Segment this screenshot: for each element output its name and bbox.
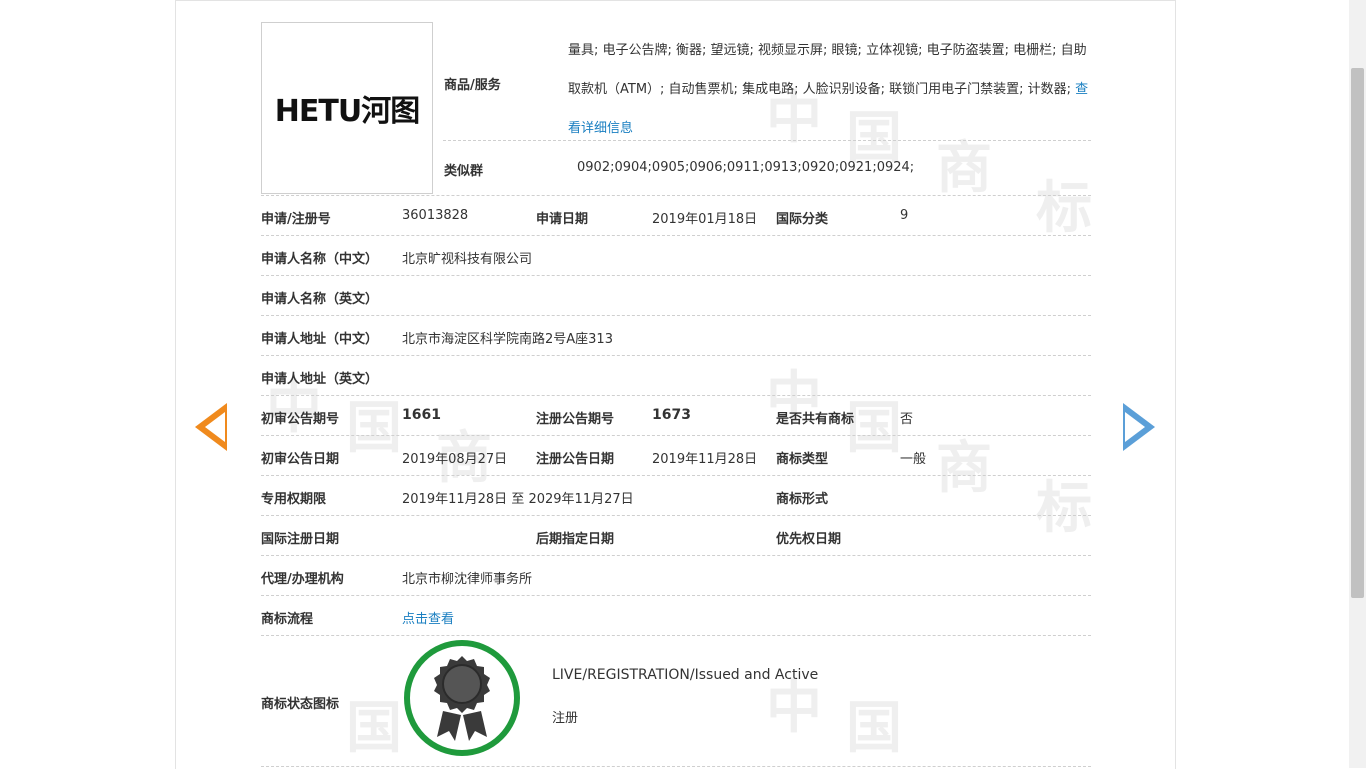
prelim-date-label: 初审公告日期 — [261, 452, 340, 467]
divider — [261, 766, 1091, 767]
status-cn: 注册 — [552, 711, 579, 726]
reg-date-value: 2019年11月28日 — [652, 452, 758, 467]
divider — [261, 635, 1091, 636]
applicant-cn-value: 北京旷视科技有限公司 — [402, 252, 533, 267]
prelim-date-value: 2019年08月27日 — [402, 452, 508, 467]
divider — [261, 275, 1091, 276]
watermark: 国 — [346, 396, 402, 461]
arrow-left-icon[interactable] — [195, 403, 227, 451]
reg-issue-value: 1673 — [652, 407, 691, 423]
goods-label: 商品/服务 — [444, 78, 501, 93]
status-en: LIVE/REGISTRATION/Issued and Active — [552, 667, 819, 683]
divider — [261, 475, 1091, 476]
divider — [261, 195, 1091, 196]
later-date-label: 后期指定日期 — [536, 532, 615, 547]
applicant-en-label: 申请人名称（英文） — [261, 292, 379, 307]
watermark: 商 — [936, 136, 992, 201]
reg-no-label: 申请/注册号 — [261, 212, 331, 227]
divider — [261, 595, 1091, 596]
watermark: 国 — [346, 696, 402, 761]
trademark-detail-card: 中 国 商 标 中 国 商 中 国 商 标 中 国 国 HETU河图 商品/服务… — [175, 0, 1176, 769]
shared-label: 是否共有商标 — [776, 412, 855, 427]
reg-issue-label: 注册公告期号 — [536, 412, 615, 427]
process-link[interactable]: 点击查看 — [402, 608, 454, 627]
watermark: 标 — [1036, 476, 1092, 541]
exclusive-period: 2019年11月28日 至 2029年11月27日 — [402, 488, 634, 507]
shared-value: 否 — [900, 412, 914, 427]
goods-list: 量具; 电子公告牌; 衡器; 望远镜; 视频显示屏; 眼镜; 立体视镜; 电子防… — [568, 31, 1098, 148]
similar-group-value: 0902;0904;0905;0906;0911;0913;0920;0921;… — [577, 160, 915, 175]
prelim-issue-value: 1661 — [402, 407, 441, 423]
priority-date-label: 优先权日期 — [776, 532, 842, 547]
intl-class-value: 9 — [900, 208, 909, 223]
address-cn-label: 申请人地址（中文） — [261, 332, 379, 347]
exclusive-sep: 至 — [511, 492, 525, 507]
registered-ribbon-icon — [403, 639, 521, 757]
apply-date-label: 申请日期 — [536, 212, 589, 227]
agency-label: 代理/办理机构 — [261, 572, 344, 587]
divider — [261, 355, 1091, 356]
address-cn-value: 北京市海淀区科学院南路2号A座313 — [402, 332, 613, 347]
goods-text: 量具; 电子公告牌; 衡器; 望远镜; 视频显示屏; 眼镜; 立体视镜; 电子防… — [568, 43, 1087, 97]
divider — [261, 235, 1091, 236]
watermark: 国 — [846, 696, 902, 761]
exclusive-start: 2019年11月28日 — [402, 492, 508, 507]
divider — [261, 435, 1091, 436]
exclusive-label: 专用权期限 — [261, 492, 327, 507]
watermark: 标 — [1036, 176, 1092, 241]
trademark-logo-image: HETU河图 — [261, 22, 433, 194]
apply-date-value: 2019年01月18日 — [652, 212, 758, 227]
agency-value: 北京市柳沈律师事务所 — [402, 572, 533, 587]
similar-group-label: 类似群 — [444, 164, 484, 179]
divider — [443, 140, 1091, 141]
scrollbar-thumb[interactable] — [1351, 68, 1364, 598]
status-label: 商标状态图标 — [261, 697, 340, 712]
watermark: 中 — [766, 676, 822, 741]
intl-class-label: 国际分类 — [776, 212, 829, 227]
mark-type-label: 商标类型 — [776, 452, 829, 467]
watermark: 国 — [846, 396, 902, 461]
divider — [261, 555, 1091, 556]
prelim-issue-label: 初审公告期号 — [261, 412, 340, 427]
process-label: 商标流程 — [261, 612, 314, 627]
divider — [261, 395, 1091, 396]
exclusive-end: 2029年11月27日 — [528, 492, 634, 507]
divider — [261, 515, 1091, 516]
mark-form-label: 商标形式 — [776, 492, 829, 507]
reg-date-label: 注册公告日期 — [536, 452, 615, 467]
trademark-logo-text: HETU河图 — [274, 94, 420, 129]
address-en-label: 申请人地址（英文） — [261, 372, 379, 387]
intl-reg-date-label: 国际注册日期 — [261, 532, 340, 547]
mark-type-value: 一般 — [900, 452, 927, 467]
arrow-right-icon[interactable] — [1123, 403, 1155, 451]
reg-no-value: 36013828 — [402, 208, 469, 223]
watermark: 商 — [936, 436, 992, 501]
applicant-cn-label: 申请人名称（中文） — [261, 252, 379, 267]
divider — [261, 315, 1091, 316]
